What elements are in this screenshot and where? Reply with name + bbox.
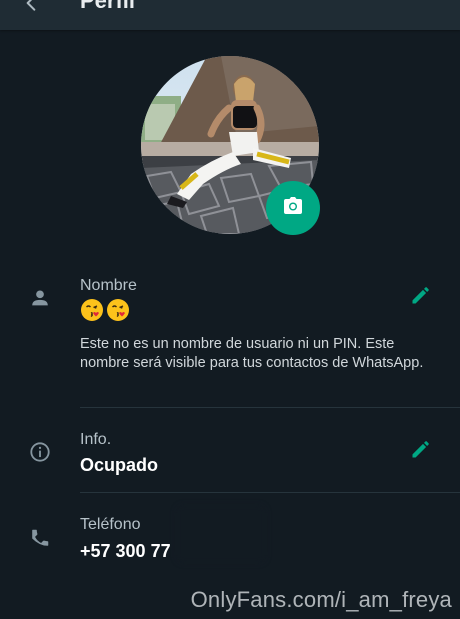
pencil-icon — [410, 286, 430, 311]
divider — [80, 407, 460, 408]
kiss-emoji-icon — [81, 299, 103, 321]
info-icon — [28, 440, 52, 464]
edit-info-button[interactable] — [406, 438, 434, 466]
name-value — [80, 298, 130, 324]
phone-label: Teléfono — [80, 516, 141, 533]
pencil-icon — [410, 440, 430, 465]
page-title: Perfil — [80, 0, 136, 13]
name-hint: Este no es un nombre de usuario ni un PI… — [80, 336, 424, 371]
camera-icon — [281, 194, 305, 223]
person-icon — [28, 286, 52, 310]
phone-icon — [28, 526, 52, 550]
name-label: Nombre — [80, 277, 137, 294]
app-bar: Perfil — [0, 0, 460, 30]
back-arrow-icon[interactable] — [14, 0, 48, 20]
info-value: Ocupado — [80, 455, 159, 475]
edit-name-button[interactable] — [406, 284, 434, 312]
redaction-blur — [176, 505, 266, 563]
change-photo-button[interactable] — [266, 181, 320, 235]
watermark: OnlyFans.com/i_am_freya — [190, 587, 452, 612]
divider — [80, 492, 460, 493]
phone-value: +57 300 77 — [80, 541, 171, 561]
kiss-emoji-icon — [107, 299, 129, 321]
info-label: Info. — [80, 431, 112, 448]
